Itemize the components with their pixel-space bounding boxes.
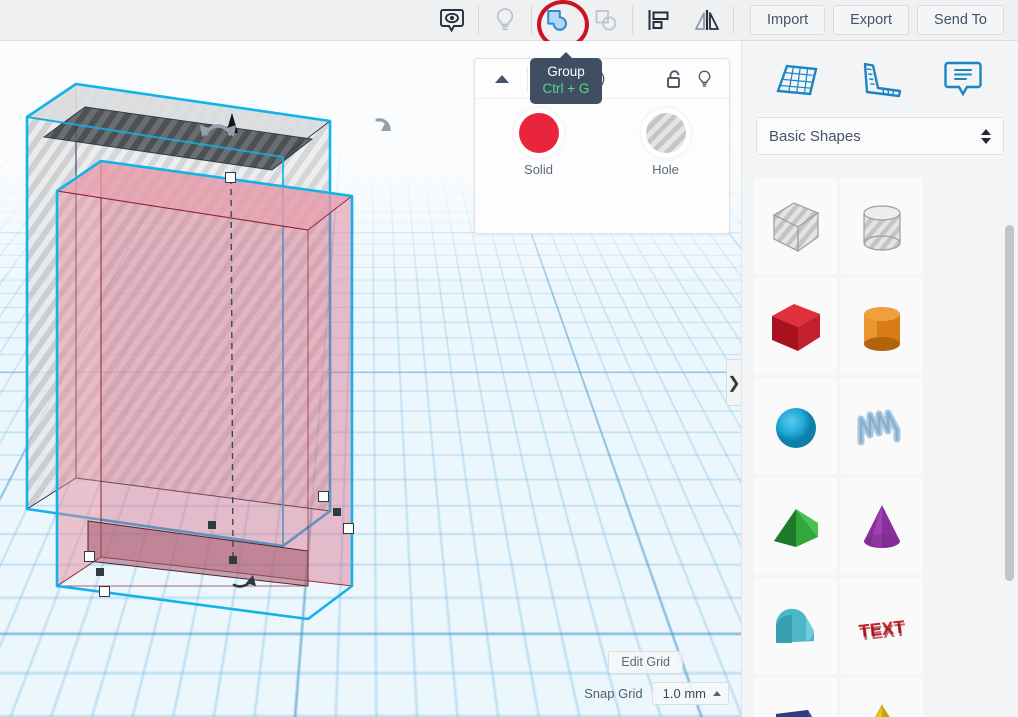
top-toolbar: Import Export Send To [0, 0, 1018, 49]
shape-item-text[interactable]: TEXT TEXT [840, 578, 923, 675]
caret-up-icon [713, 691, 721, 696]
midpoint-handle-bottom[interactable] [208, 521, 216, 529]
light-bulb-icon[interactable] [481, 0, 529, 41]
group-icon[interactable] [534, 0, 590, 49]
toolbar-action-buttons: Import Export Send To [750, 5, 1018, 35]
shape-solid-box[interactable] [55, 159, 354, 621]
tooltip-title: Group [547, 64, 585, 79]
shapes-panel: Basic Shapes TEXT TEXT [741, 41, 1018, 717]
hole-striped-swatch[interactable] [645, 113, 686, 153]
shape-item-sphere[interactable] [754, 378, 837, 475]
snap-grid-control: Snap Grid 1.0 mm [584, 682, 729, 705]
edit-grid-button[interactable]: Edit Grid [608, 651, 683, 674]
solid-option[interactable]: Solid [475, 113, 602, 177]
toolbar-left-spacer [0, 0, 428, 40]
spinner-arrows-icon [981, 128, 991, 144]
midpoint-handle-bottom-left[interactable] [229, 556, 237, 564]
scale-handle-bottom-left[interactable] [84, 551, 95, 562]
shape-item-box-hole[interactable] [754, 178, 837, 275]
rotate-handle-top-right [375, 118, 391, 131]
shape-item-round-roof[interactable] [754, 578, 837, 675]
shape-category-value: Basic Shapes [769, 127, 861, 145]
hole-option-label: Hole [652, 162, 679, 177]
view-comment-icon[interactable] [428, 0, 476, 41]
shape-item-cylinder[interactable] [840, 278, 923, 375]
shape-library-grid: TEXT TEXT [742, 172, 1018, 717]
snap-grid-select[interactable]: 1.0 mm [651, 682, 729, 705]
toolbar-tool-group [428, 0, 736, 49]
shape-item-box[interactable] [754, 278, 837, 375]
align-icon[interactable] [635, 0, 683, 41]
shape-item-cone[interactable] [840, 478, 923, 575]
midpoint-handle-right[interactable] [333, 508, 341, 516]
shape-item-scribble[interactable] [840, 378, 923, 475]
export-button[interactable]: Export [833, 5, 910, 35]
panel-collapse-chevron-icon[interactable]: ❯ [726, 359, 741, 406]
scale-handle-right-corner[interactable] [343, 523, 354, 534]
import-button[interactable]: Import [750, 5, 826, 35]
shape-category-wrap: Basic Shapes [742, 117, 1018, 155]
inspector-header-divider [527, 66, 528, 91]
triangle-up-icon [495, 74, 509, 83]
shapes-panel-scrollbar[interactable] [1005, 225, 1014, 581]
ruler-icon[interactable] [849, 51, 911, 107]
inspector-collapse-button[interactable] [485, 74, 519, 83]
inspector-body: Solid Hole [475, 99, 729, 177]
snap-grid-label: Snap Grid [584, 686, 643, 701]
scale-handle-bottom-right[interactable] [318, 491, 329, 502]
shape-inspector-panel: Shapes(2) Solid [474, 58, 730, 234]
workplane-icon[interactable] [766, 51, 828, 107]
toolbar-separator-1 [478, 6, 480, 34]
shape-item-cylinder-hole[interactable] [840, 178, 923, 275]
note-icon[interactable] [932, 51, 994, 107]
shape-item-pyramid[interactable] [840, 678, 923, 717]
svg-text:TEXT: TEXT [858, 619, 906, 644]
toolbar-separator-4 [733, 6, 735, 34]
scale-handle-bottom-front[interactable] [99, 586, 110, 597]
inspector-header: Shapes(2) [475, 59, 729, 99]
unlock-icon[interactable] [659, 69, 689, 89]
send-to-button[interactable]: Send To [917, 5, 1004, 35]
tooltip-shortcut: Ctrl + G [542, 81, 590, 96]
shape-item-wedge-prism[interactable] [754, 678, 837, 717]
ungroup-icon[interactable] [582, 0, 630, 41]
solid-color-swatch[interactable] [518, 113, 559, 153]
solid-option-label: Solid [524, 162, 553, 177]
shape-item-roof[interactable] [754, 478, 837, 575]
toolbar-separator-2 [531, 6, 533, 34]
shapes-panel-tabs [742, 41, 1018, 117]
snap-grid-value: 1.0 mm [662, 686, 706, 701]
scale-handle-top-center[interactable] [225, 172, 236, 183]
light-bulb-icon-inspector[interactable] [689, 69, 719, 89]
app-root: Import Export Send To Edit Grid Snap Gri… [0, 0, 1018, 717]
hole-option[interactable]: Hole [602, 113, 729, 177]
shape-category-select[interactable]: Basic Shapes [756, 117, 1004, 155]
midpoint-handle-left[interactable] [96, 568, 104, 576]
toolbar-separator-3 [632, 6, 634, 34]
mirror-icon[interactable] [683, 0, 731, 41]
group-tooltip: Group Ctrl + G [530, 52, 602, 104]
